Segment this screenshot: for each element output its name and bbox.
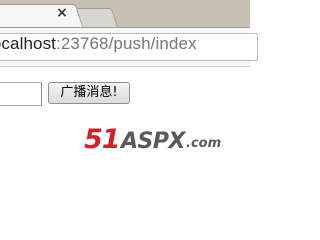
watermark-logo: 51 ASPX .com [84,125,224,155]
watermark-brand: ASPX [121,129,185,154]
message-input[interactable] [0,82,42,106]
browser-tab-active[interactable] [0,4,85,29]
close-icon[interactable]: × [55,6,69,20]
broadcast-button[interactable]: 广播消息! [48,82,130,104]
address-bar-url[interactable]: localhost:23768/push/index [0,33,197,55]
url-host: localhost [0,34,56,53]
watermark-number: 51 [84,124,121,155]
url-path: :23768/push/index [56,34,197,53]
watermark-tld: .com [186,136,222,151]
new-tab-button[interactable] [75,8,118,27]
browser-tab-strip: × [0,0,250,29]
